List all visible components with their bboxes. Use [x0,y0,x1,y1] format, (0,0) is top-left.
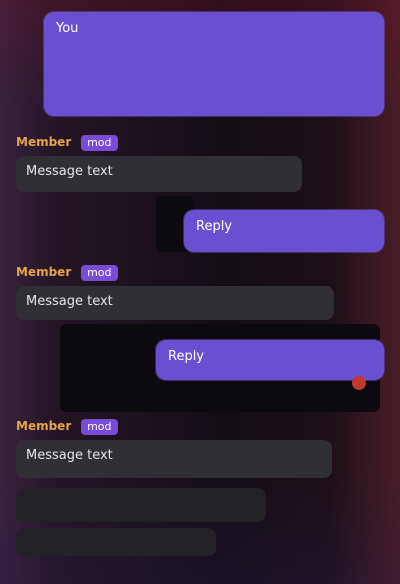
message-text: Message text [26,448,113,463]
outgoing-message-text: Reply [168,349,205,364]
message-text: Message text [26,294,113,309]
author-line: Member mod [16,132,306,152]
outgoing-message[interactable]: You [44,12,384,116]
message-bubble: Message text [16,440,332,478]
author-name[interactable]: Member [16,419,71,433]
message-bubble: Message text [16,286,334,320]
role-tag: mod [81,264,118,281]
role-tag: mod [81,134,118,151]
author-line: Member mod [16,416,346,436]
chat-screen: You Member mod Message text Reply Member… [0,0,400,584]
outgoing-message[interactable]: Reply [156,340,384,380]
reaction-indicator[interactable] [352,376,366,390]
message-bubble: Message text [16,156,302,192]
author-line: Member mod [16,262,336,282]
message-bubble [16,488,266,522]
author-name[interactable]: Member [16,265,71,279]
outgoing-message-text: Reply [196,219,233,234]
message-text: Message text [26,164,113,179]
outgoing-message-text: You [56,21,79,36]
author-name[interactable]: Member [16,135,71,149]
outgoing-message[interactable]: Reply [184,210,384,252]
message-bubble [16,528,216,556]
incoming-message[interactable]: Member mod Message text [16,262,336,320]
incoming-message[interactable]: Member mod Message text [16,416,346,556]
incoming-message[interactable]: Member mod Message text [16,132,306,192]
role-tag: mod [81,418,118,435]
